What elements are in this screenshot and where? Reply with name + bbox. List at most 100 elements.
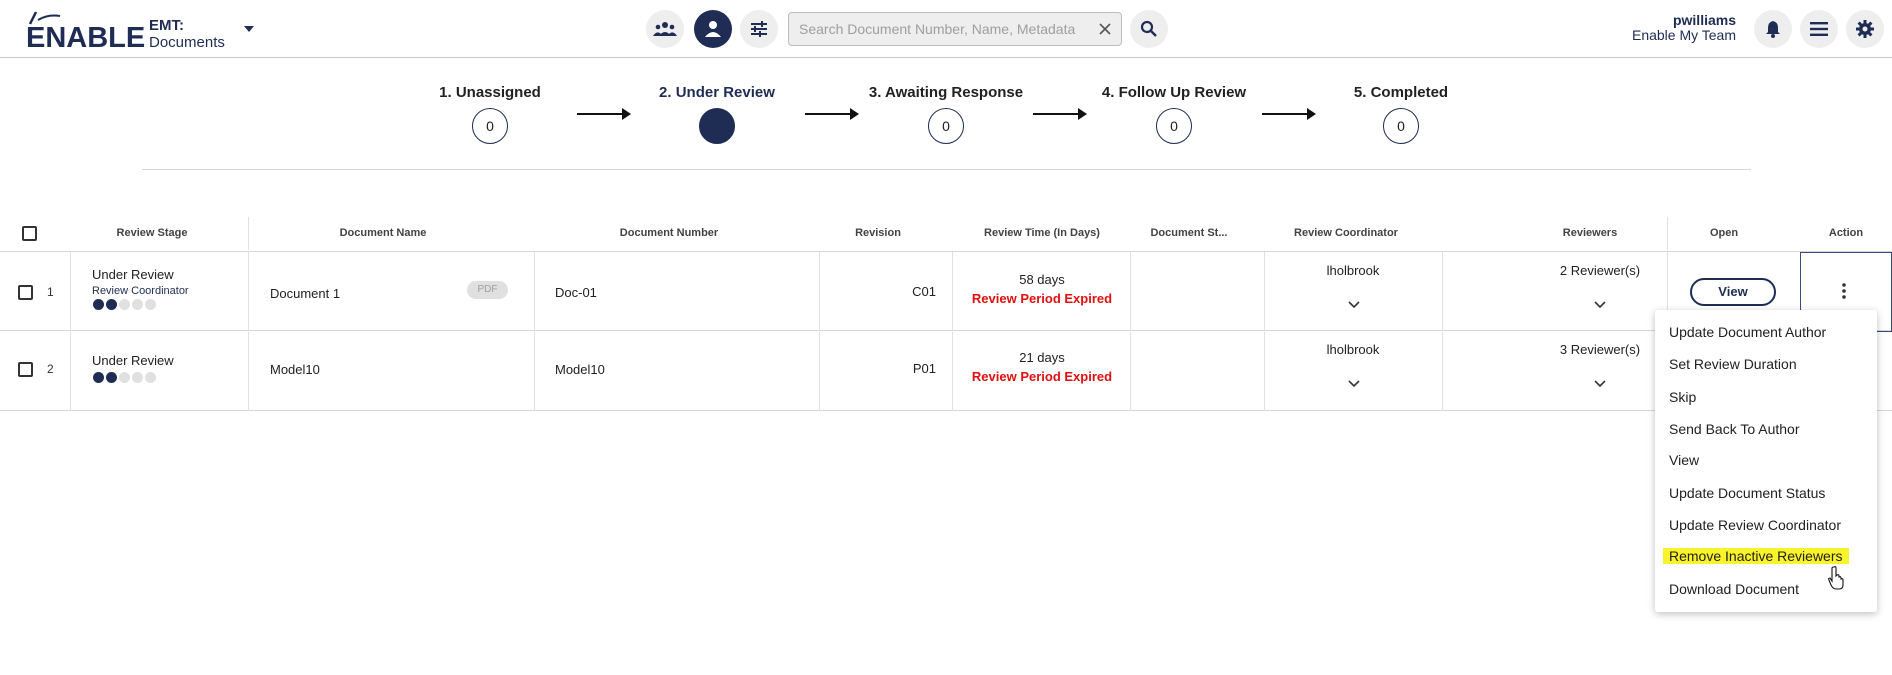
menu-item-send-back-to-author[interactable]: Send Back To Author <box>1669 421 1800 437</box>
menu-item-download-document[interactable]: Download Document <box>1669 581 1799 597</box>
step-count: 2 <box>699 108 735 144</box>
menu-item-remove-inactive-reviewers[interactable]: Remove Inactive Reviewers <box>1663 548 1849 564</box>
table-row[interactable]: 1 Under Review Review Coordinator Docume… <box>0 252 1892 332</box>
chevron-down-icon[interactable] <box>1593 300 1607 310</box>
step-count: 0 <box>1156 108 1192 144</box>
column-header-action: Action <box>1828 227 1864 239</box>
view-button[interactable]: View <box>1690 278 1776 306</box>
review-stage-role: Review Coordinator <box>92 285 189 297</box>
person-icon <box>705 21 721 37</box>
column-separator <box>1442 252 1443 331</box>
column-header-document-number[interactable]: Document Number <box>535 215 803 252</box>
select-all-checkbox[interactable] <box>22 226 37 241</box>
module-name: EMT: <box>149 17 184 34</box>
logo-text: ENABLE <box>26 22 146 54</box>
review-period-status: Review Period Expired <box>971 369 1113 384</box>
revision: C01 <box>912 284 936 299</box>
column-separator <box>534 252 535 331</box>
close-icon[interactable] <box>1097 21 1113 37</box>
row-checkbox[interactable] <box>18 285 33 300</box>
notifications-button[interactable] <box>1754 10 1792 48</box>
search-input[interactable] <box>799 19 1079 39</box>
review-period-status: Review Period Expired <box>971 291 1113 306</box>
column-separator <box>70 252 71 331</box>
user-name: pwilliams <box>1672 12 1736 28</box>
column-header-document-status[interactable]: Document St... <box>1134 215 1244 252</box>
menu-item-update-document-status[interactable]: Update Document Status <box>1669 485 1825 501</box>
column-header-revision[interactable]: Revision <box>820 215 936 252</box>
team-icon <box>653 22 677 36</box>
review-coordinator: lholbrook <box>1326 342 1380 357</box>
row-number: 2 <box>47 362 54 376</box>
step-label: 5. Completed <box>1353 84 1449 101</box>
column-separator <box>1442 332 1443 411</box>
column-header-review-time[interactable]: Review Time (In Days) <box>952 215 1132 252</box>
column-separator <box>1130 252 1131 331</box>
filter-sliders-icon <box>751 21 767 37</box>
my-view-button[interactable] <box>694 10 732 48</box>
menu-item-view[interactable]: View <box>1669 452 1699 468</box>
reviewers-count: 2 Reviewer(s) <box>1559 263 1641 278</box>
column-header-document-name[interactable]: Document Name <box>249 215 517 252</box>
table-row[interactable]: 2 Under Review Model10 Model10 P01 21 da… <box>0 332 1892 411</box>
revision: P01 <box>912 361 936 376</box>
divider <box>142 169 1751 170</box>
column-header-reviewers[interactable]: Reviewers <box>1520 215 1660 252</box>
step-completed[interactable]: 5. Completed 0 <box>1301 84 1501 144</box>
caret-down-icon[interactable] <box>244 26 254 32</box>
step-unassigned[interactable]: 1. Unassigned 0 <box>390 84 590 144</box>
module-selector[interactable]: EMT: Documents <box>149 17 225 51</box>
search-button[interactable] <box>1130 10 1168 48</box>
review-time: 58 days <box>1019 272 1065 287</box>
stage-progress-dots <box>93 299 156 310</box>
hand-cursor-icon <box>1828 566 1844 590</box>
review-stage: Under Review <box>92 353 174 368</box>
row-number: 1 <box>47 285 54 299</box>
step-count: 0 <box>1383 108 1419 144</box>
review-stage: Under Review <box>92 267 174 282</box>
column-separator <box>1130 332 1131 411</box>
stage-progress-dots <box>93 372 156 383</box>
step-label: 1. Unassigned <box>439 84 541 101</box>
user-team: Enable My Team <box>1631 27 1736 43</box>
app-header: ENABLE EMT: Documents Search Document Nu… <box>0 0 1892 58</box>
menu-item-skip[interactable]: Skip <box>1669 389 1696 405</box>
column-separator <box>70 332 71 411</box>
step-follow-up-review[interactable]: 4. Follow Up Review 0 <box>1074 84 1274 144</box>
settings-button[interactable] <box>1846 10 1884 48</box>
menu-item-update-document-author[interactable]: Update Document Author <box>1669 324 1826 340</box>
menu-item-update-review-coordinator[interactable]: Update Review Coordinator <box>1669 517 1841 533</box>
step-under-review[interactable]: 2. Under Review 2 <box>617 84 817 144</box>
column-separator <box>248 217 249 250</box>
step-awaiting-response[interactable]: 3. Awaiting Response 0 <box>846 84 1046 144</box>
column-header-review-stage[interactable]: Review Stage <box>71 215 233 252</box>
chevron-down-icon[interactable] <box>1347 379 1361 389</box>
column-header-review-coordinator[interactable]: Review Coordinator <box>1264 215 1428 252</box>
column-header-open: Open <box>1709 227 1739 239</box>
team-view-button[interactable] <box>646 10 684 48</box>
bell-icon <box>1766 21 1780 38</box>
menu-item-set-review-duration[interactable]: Set Review Duration <box>1669 356 1797 372</box>
user-info[interactable]: pwilliams Enable My Team <box>1632 13 1736 43</box>
document-name: Document 1 <box>270 286 341 301</box>
column-separator <box>1667 217 1668 250</box>
gear-icon <box>1856 20 1874 38</box>
step-label: 3. Awaiting Response <box>868 84 1024 101</box>
filter-button[interactable] <box>740 10 778 48</box>
main-menu-button[interactable] <box>1800 10 1838 48</box>
step-count: 0 <box>928 108 964 144</box>
search-icon <box>1140 20 1157 37</box>
step-label: 4. Follow Up Review <box>1101 84 1247 101</box>
document-number: Doc-01 <box>555 285 597 300</box>
chevron-down-icon[interactable] <box>1347 300 1361 310</box>
chevron-down-icon[interactable] <box>1593 379 1607 389</box>
document-name: Model10 <box>270 362 320 377</box>
document-number: Model10 <box>555 362 605 377</box>
column-separator <box>248 332 249 411</box>
more-vertical-icon[interactable] <box>1842 283 1846 299</box>
review-coordinator: lholbrook <box>1326 263 1380 278</box>
module-section: Documents <box>149 34 225 51</box>
row-checkbox[interactable] <box>18 362 33 377</box>
enable-logo[interactable]: ENABLE <box>26 10 145 54</box>
file-type-badge: PDF <box>467 281 508 299</box>
